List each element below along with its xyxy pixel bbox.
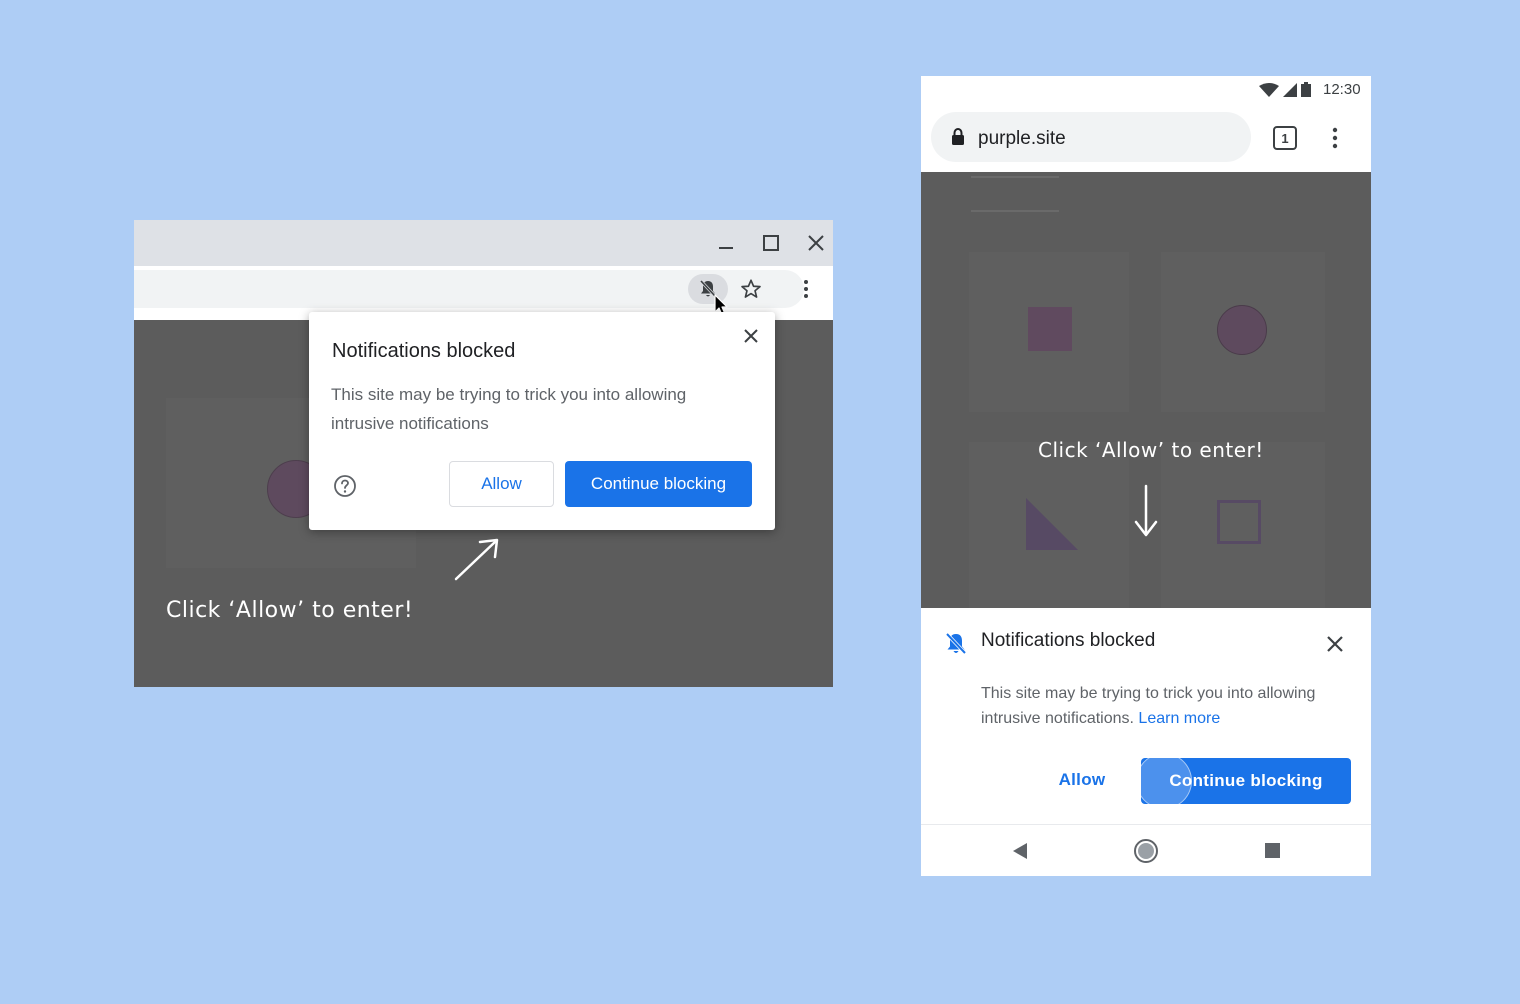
- page-instruction-text: Click ‘Allow’ to enter!: [166, 598, 414, 623]
- title-bar: [134, 220, 833, 266]
- kebab-menu-icon[interactable]: [1325, 124, 1345, 152]
- close-icon[interactable]: [801, 228, 831, 258]
- back-triangle-icon[interactable]: [1011, 841, 1029, 861]
- url-text[interactable]: purple.site: [978, 128, 1066, 150]
- status-icons: [1259, 82, 1311, 97]
- wifi-icon: [1259, 82, 1279, 97]
- sheet-title: Notifications blocked: [981, 630, 1156, 651]
- allow-button[interactable]: Allow: [449, 461, 554, 507]
- close-icon[interactable]: [1323, 632, 1347, 656]
- star-icon[interactable]: [736, 274, 766, 304]
- recents-square-icon[interactable]: [1265, 843, 1280, 858]
- circle-shape: [1217, 305, 1267, 355]
- status-bar: 12:30: [921, 76, 1371, 104]
- maximize-icon[interactable]: [756, 228, 786, 258]
- page-content: Click ‘Allow’ to enter!: [921, 172, 1371, 608]
- notifications-blocked-popup: Notifications blocked This site may be t…: [309, 312, 775, 530]
- notifications-blocked-sheet: Notifications blocked This site may be t…: [921, 608, 1371, 824]
- status-time: 12:30: [1323, 81, 1361, 98]
- signal-icon: [1283, 82, 1297, 97]
- lock-icon: [952, 128, 964, 145]
- arrow-down-icon: [1134, 484, 1158, 537]
- battery-icon: [1301, 82, 1311, 97]
- android-nav-bar: [921, 824, 1371, 876]
- bell-off-icon: [945, 632, 967, 655]
- divider: [971, 210, 1059, 212]
- outlined-square-shape: [1217, 500, 1261, 544]
- arrow-up-right-icon: [454, 538, 499, 581]
- popup-title: Notifications blocked: [332, 340, 516, 362]
- allow-button[interactable]: Allow: [1047, 758, 1117, 802]
- page-instruction-text: Click ‘Allow’ to enter!: [1038, 438, 1264, 462]
- learn-more-link[interactable]: Learn more: [1138, 710, 1220, 727]
- sheet-message: This site may be trying to trick you int…: [981, 681, 1351, 731]
- kebab-menu-icon[interactable]: [794, 274, 818, 304]
- close-icon[interactable]: [739, 324, 763, 348]
- triangle-shape: [1026, 498, 1078, 550]
- mobile-toolbar: purple.site 1: [921, 104, 1371, 172]
- tab-switcher-button[interactable]: 1: [1273, 126, 1297, 150]
- square-shape: [1028, 307, 1072, 351]
- mobile-browser: 12:30 purple.site 1 Click ‘Allow’ to ent…: [921, 76, 1371, 876]
- home-circle-icon[interactable]: [1133, 838, 1159, 864]
- divider: [971, 176, 1059, 178]
- continue-blocking-button[interactable]: Continue blocking: [1141, 758, 1351, 804]
- minimize-icon[interactable]: [711, 228, 741, 258]
- popup-message: This site may be trying to trick you int…: [331, 385, 687, 433]
- continue-blocking-button[interactable]: Continue blocking: [565, 461, 752, 507]
- help-circle-icon[interactable]: [333, 474, 357, 498]
